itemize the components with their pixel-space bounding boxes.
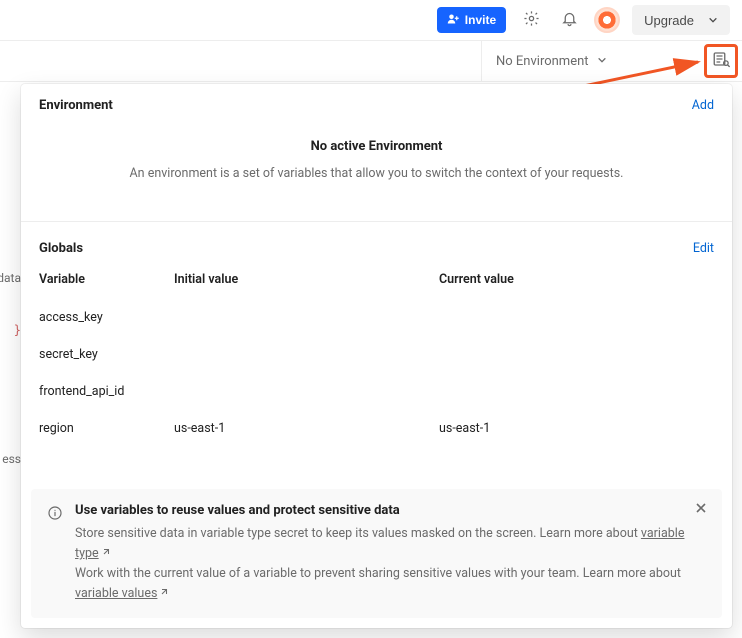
info-body: Use variables to reuse values and protec…: [75, 503, 706, 604]
column-variable: Variable: [39, 262, 174, 299]
envbar-spacer: [0, 41, 482, 81]
background-editor-strip: data } ess: [0, 82, 21, 638]
cell-current: us-east-1: [439, 410, 714, 447]
table-row: region us-east-1 us-east-1: [39, 410, 714, 447]
cell-variable: region: [39, 410, 174, 447]
close-icon: [695, 502, 707, 518]
column-current: Current value: [439, 262, 714, 299]
environment-selector[interactable]: No Environment: [482, 41, 700, 81]
settings-button[interactable]: [518, 7, 544, 33]
globals-section: Globals Edit Variable Initial value Curr…: [21, 222, 732, 479]
globals-section-header: Globals Edit: [39, 234, 714, 262]
edit-globals-link[interactable]: Edit: [693, 241, 714, 256]
environment-section: Environment Add No active Environment An…: [21, 84, 732, 221]
cell-variable: access_key: [39, 299, 174, 336]
info-text: Store sensitive data in variable type se…: [75, 524, 706, 604]
environment-quicklook-panel: Environment Add No active Environment An…: [21, 84, 732, 628]
environment-title: Environment: [39, 98, 113, 113]
invite-button[interactable]: Invite: [437, 7, 506, 33]
globals-table-header-row: Variable Initial value Current value: [39, 262, 714, 299]
cell-variable: frontend_api_id: [39, 373, 174, 410]
gear-icon: [523, 10, 540, 31]
variable-values-link[interactable]: variable values: [75, 586, 168, 601]
external-link-icon: [99, 546, 110, 561]
environment-quicklook-wrap: [700, 41, 742, 81]
add-environment-link[interactable]: Add: [692, 98, 714, 113]
bg-text: }: [14, 323, 21, 337]
cell-initial: [174, 373, 439, 410]
environment-section-header: Environment Add: [39, 98, 714, 113]
table-row: frontend_api_id: [39, 373, 714, 410]
external-link-icon: [157, 586, 168, 601]
avatar[interactable]: [594, 7, 620, 33]
bell-icon: [561, 10, 578, 31]
environment-empty-title: No active Environment: [99, 139, 654, 154]
bg-text: data: [0, 271, 21, 285]
globals-title: Globals: [39, 241, 83, 256]
table-row: secret_key: [39, 336, 714, 373]
column-initial: Initial value: [174, 262, 439, 299]
info-close-button[interactable]: [692, 501, 710, 519]
cell-variable: secret_key: [39, 336, 174, 373]
cell-initial: [174, 336, 439, 373]
chevron-down-icon: [597, 54, 607, 69]
person-add-icon: [447, 13, 459, 28]
environment-bar: No Environment: [0, 41, 742, 82]
cell-initial: [174, 299, 439, 336]
cell-current: [439, 373, 714, 410]
bg-text: ess: [2, 452, 21, 466]
info-line2-text: Work with the current value of a variabl…: [75, 566, 681, 581]
info-title: Use variables to reuse values and protec…: [75, 503, 706, 518]
cell-initial: us-east-1: [174, 410, 439, 447]
top-toolbar: Invite Upgrade: [0, 0, 742, 41]
globals-table: Variable Initial value Current value acc…: [39, 262, 714, 447]
environment-quicklook-icon: [712, 50, 730, 72]
info-banner: Use variables to reuse values and protec…: [31, 489, 722, 618]
chevron-down-icon: [708, 13, 718, 28]
table-row: access_key: [39, 299, 714, 336]
environment-selected-label: No Environment: [496, 54, 589, 69]
upgrade-button[interactable]: Upgrade: [632, 5, 730, 35]
info-line1-text: Store sensitive data in variable type se…: [75, 526, 641, 541]
environment-quicklook-button[interactable]: [704, 44, 738, 78]
upgrade-label: Upgrade: [644, 13, 694, 28]
cell-current: [439, 299, 714, 336]
cell-current: [439, 336, 714, 373]
invite-label: Invite: [465, 13, 496, 27]
environment-empty-desc: An environment is a set of variables tha…: [99, 164, 654, 183]
environment-empty-state: No active Environment An environment is …: [39, 121, 714, 211]
notifications-button[interactable]: [556, 7, 582, 33]
info-icon: [47, 505, 63, 521]
